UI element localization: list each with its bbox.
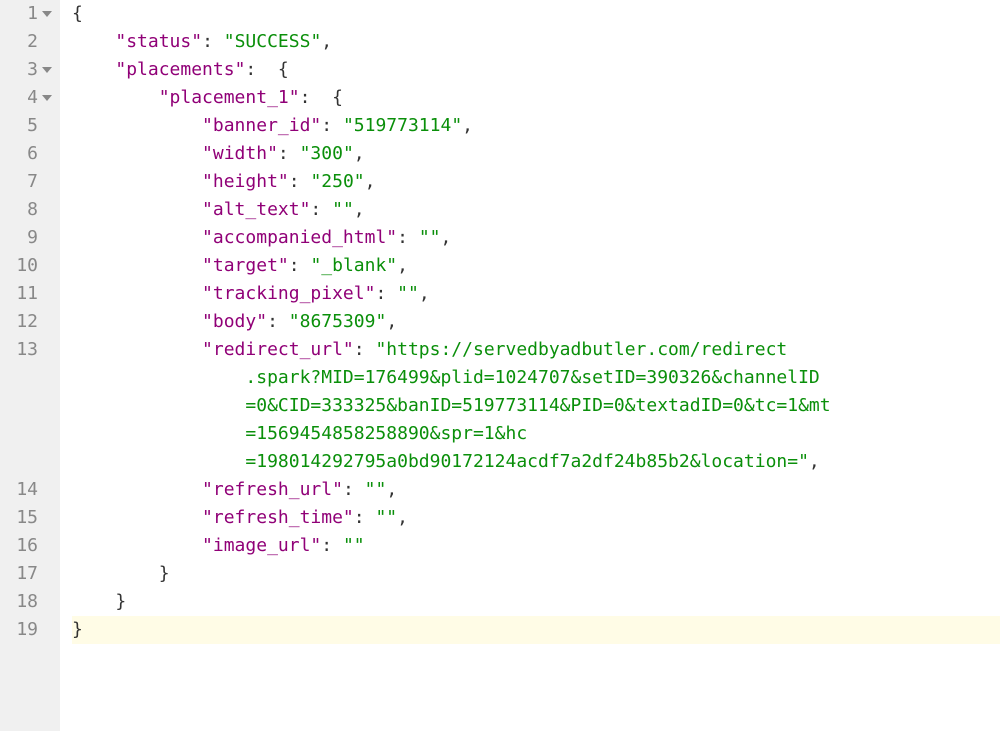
json-string: =1569454858258890&spr=1&hc	[245, 423, 527, 444]
code-line: "accompanied_html": "",	[72, 224, 1000, 252]
line-number: 9	[0, 224, 52, 252]
code-line: "banner_id": "519773114",	[72, 112, 1000, 140]
json-key: "accompanied_html"	[202, 227, 397, 248]
json-string: "SUCCESS"	[224, 31, 322, 52]
code-line: {	[72, 0, 1000, 28]
line-number: 3	[0, 56, 52, 84]
code-line: "redirect_url": "https://servedbyadbutle…	[72, 336, 1000, 364]
fold-marker-icon[interactable]	[42, 95, 52, 101]
line-number-blank	[0, 364, 52, 392]
line-number: 13	[0, 336, 52, 364]
line-number: 2	[0, 28, 52, 56]
line-number: 15	[0, 504, 52, 532]
json-key: "body"	[202, 311, 267, 332]
code-line: "status": "SUCCESS",	[72, 28, 1000, 56]
code-line: =0&CID=333325&banID=519773114&PID=0&text…	[72, 392, 1000, 420]
json-string: ""	[419, 227, 441, 248]
code-line: "refresh_url": "",	[72, 476, 1000, 504]
line-number: 12	[0, 308, 52, 336]
brace: }	[72, 619, 83, 640]
json-string: =0&CID=333325&banID=519773114&PID=0&text…	[245, 395, 830, 416]
fold-marker-icon[interactable]	[42, 11, 52, 17]
line-number: 14	[0, 476, 52, 504]
json-string: "519773114"	[343, 115, 462, 136]
code-line: =198014292795a0bd90172124acdf7a2df24b85b…	[72, 448, 1000, 476]
line-number: 4	[0, 84, 52, 112]
line-number: 6	[0, 140, 52, 168]
json-string: ""	[375, 507, 397, 528]
json-key: "banner_id"	[202, 115, 321, 136]
line-number: 7	[0, 168, 52, 196]
code-line: "target": "_blank",	[72, 252, 1000, 280]
line-number: 11	[0, 280, 52, 308]
code-line: "placement_1": {	[72, 84, 1000, 112]
line-number-blank	[0, 448, 52, 476]
json-string: "8675309"	[289, 311, 387, 332]
line-number: 10	[0, 252, 52, 280]
line-number: 17	[0, 560, 52, 588]
line-number-blank	[0, 392, 52, 420]
code-line: "body": "8675309",	[72, 308, 1000, 336]
json-key: "redirect_url"	[202, 339, 354, 360]
brace: {	[72, 3, 83, 24]
code-line: }	[72, 560, 1000, 588]
line-number-blank	[0, 420, 52, 448]
code-line: "height": "250",	[72, 168, 1000, 196]
json-string: ""	[397, 283, 419, 304]
json-string: ""	[343, 535, 365, 556]
json-key: "status"	[115, 31, 202, 52]
json-key: "target"	[202, 255, 289, 276]
code-line: =1569454858258890&spr=1&hc	[72, 420, 1000, 448]
json-string: =198014292795a0bd90172124acdf7a2df24b85b…	[245, 451, 809, 472]
json-string: "https://servedbyadbutler.com/redirect	[375, 339, 787, 360]
code-line: "tracking_pixel": "",	[72, 280, 1000, 308]
json-string: "300"	[300, 143, 354, 164]
json-key: "width"	[202, 143, 278, 164]
code-line: "refresh_time": "",	[72, 504, 1000, 532]
json-key: "placements"	[115, 59, 245, 80]
code-line: }	[72, 616, 1000, 644]
json-key: "alt_text"	[202, 199, 310, 220]
line-number: 18	[0, 588, 52, 616]
json-key: "refresh_url"	[202, 479, 343, 500]
json-key: "tracking_pixel"	[202, 283, 375, 304]
json-key: "image_url"	[202, 535, 321, 556]
code-editor-area[interactable]: { "status": "SUCCESS", "placements": { "…	[60, 0, 1000, 731]
json-string: ""	[365, 479, 387, 500]
code-line: .spark?MID=176499&plid=1024707&setID=390…	[72, 364, 1000, 392]
json-string: .spark?MID=176499&plid=1024707&setID=390…	[245, 367, 819, 388]
code-line: "image_url": ""	[72, 532, 1000, 560]
code-line: "width": "300",	[72, 140, 1000, 168]
json-key: "refresh_time"	[202, 507, 354, 528]
line-number: 1	[0, 0, 52, 28]
line-number: 8	[0, 196, 52, 224]
line-number: 19	[0, 616, 52, 644]
json-string: ""	[332, 199, 354, 220]
line-number: 16	[0, 532, 52, 560]
json-key: "placement_1"	[159, 87, 300, 108]
brace: }	[159, 563, 170, 584]
json-string: "250"	[310, 171, 364, 192]
json-key: "height"	[202, 171, 289, 192]
line-number: 5	[0, 112, 52, 140]
fold-marker-icon[interactable]	[42, 67, 52, 73]
json-string: "_blank"	[310, 255, 397, 276]
code-line: "alt_text": "",	[72, 196, 1000, 224]
line-number-gutter: 12345678910111213141516171819	[0, 0, 60, 731]
code-line: }	[72, 588, 1000, 616]
brace: }	[115, 591, 126, 612]
code-line: "placements": {	[72, 56, 1000, 84]
